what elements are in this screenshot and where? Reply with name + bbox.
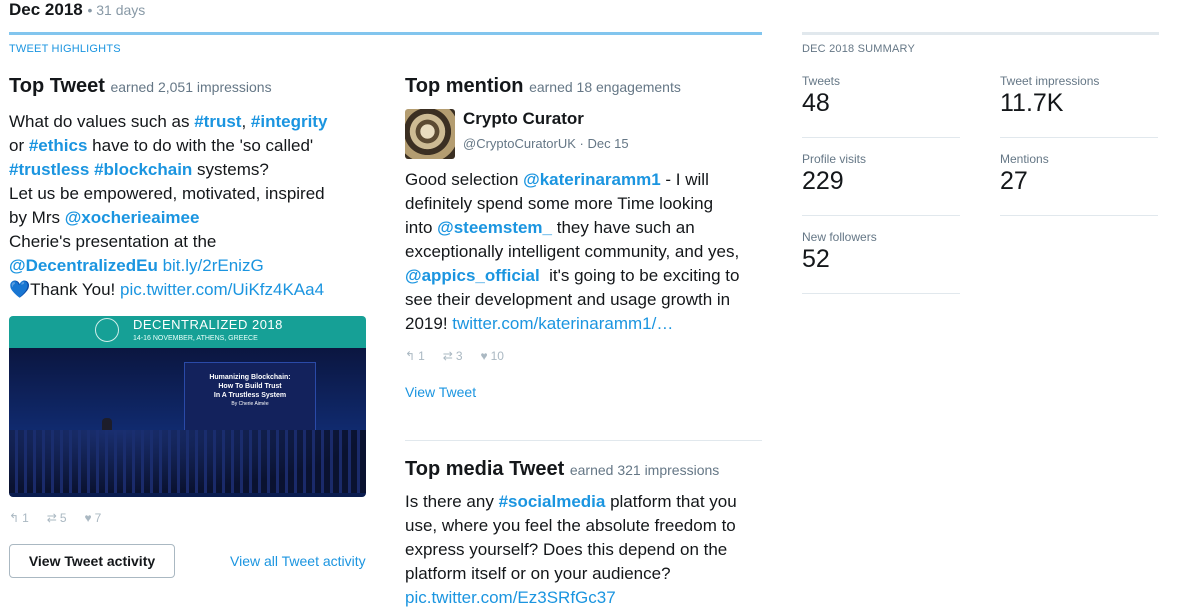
decentralized-logo-icon xyxy=(95,318,119,342)
author-handle: @CryptoCuratorUK · Dec 15 xyxy=(463,136,629,151)
stat-divider xyxy=(802,215,960,216)
mention-link[interactable]: @steemstem_ xyxy=(437,218,552,237)
mention-link[interactable]: @xocherieaimee xyxy=(65,208,200,227)
view-tweet-link[interactable]: View Tweet xyxy=(405,384,476,400)
heart-icon: ♥ xyxy=(84,511,92,525)
top-mention-earned: earned 18 engagements xyxy=(529,79,681,95)
retweet-action[interactable]: ⇄ 5 xyxy=(47,511,67,525)
top-mention-title: Top mention xyxy=(405,75,524,97)
section-divider xyxy=(405,440,762,441)
top-media-heading: Top media Tweet earned 321 impressions xyxy=(405,458,719,481)
top-tweet-earned: earned 2,051 impressions xyxy=(110,79,272,95)
heart-icon: ♥ xyxy=(480,349,488,363)
pic-link[interactable]: pic.twitter.com/Ez3SRfGc37 xyxy=(405,588,616,607)
top-tweet-text: What do values such as #trust, #integrit… xyxy=(9,112,328,299)
days-count: 31 days xyxy=(96,2,146,18)
stat-profile-visits: Profile visits 229 xyxy=(802,152,867,195)
hashtag-link[interactable]: #integrity xyxy=(251,112,328,131)
view-tweet-activity-button[interactable]: View Tweet activity xyxy=(9,544,175,578)
top-tweet-image[interactable]: DECENTRALIZED 2018 14-16 NOVEMBER, ATHEN… xyxy=(9,316,366,497)
hashtag-link[interactable]: #ethics xyxy=(29,136,88,155)
retweet-action[interactable]: ⇄ 3 xyxy=(443,349,463,363)
retweet-icon: ⇄ xyxy=(442,349,453,363)
author-name[interactable]: Crypto Curator xyxy=(463,109,584,129)
top-tweet-heading: Top Tweet earned 2,051 impressions xyxy=(9,75,272,98)
avatar[interactable] xyxy=(405,109,455,159)
reply-icon: ↰ xyxy=(405,349,416,363)
pic-link[interactable]: pic.twitter.com/UiKfz4KAa4 xyxy=(120,280,324,299)
view-all-tweet-activity-link[interactable]: View all Tweet activity xyxy=(230,553,366,569)
mention-link[interactable]: @katerinaramm1 xyxy=(523,170,661,189)
stat-divider xyxy=(1000,137,1158,138)
hashtag-link[interactable]: #socialmedia xyxy=(499,492,606,511)
top-media-earned: earned 321 impressions xyxy=(569,462,720,478)
highlights-divider xyxy=(9,32,762,35)
stat-divider xyxy=(802,137,960,138)
top-mention-actions: ↰ 1 ⇄ 3 ♥ 10 xyxy=(405,349,504,363)
summary-label: DEC 2018 SUMMARY xyxy=(802,43,916,55)
reply-action[interactable]: ↰ 1 xyxy=(9,511,29,525)
top-mention-heading: Top mention earned 18 engagements xyxy=(405,75,681,98)
audience xyxy=(9,430,366,493)
stat-impressions: Tweet impressions 11.7K xyxy=(1000,74,1100,117)
summary-divider xyxy=(802,32,1159,35)
blue-heart-emoji: 💙 xyxy=(9,280,31,299)
top-media-title: Top media Tweet xyxy=(405,458,565,480)
top-tweet-title: Top Tweet xyxy=(9,75,105,97)
month-header: Dec 2018 • 31 days xyxy=(9,0,146,19)
url-link[interactable]: twitter.com/katerinaramm1/… xyxy=(452,314,673,333)
like-action[interactable]: ♥ 10 xyxy=(481,349,504,363)
retweet-icon: ⇄ xyxy=(46,511,57,525)
like-action[interactable]: ♥ 7 xyxy=(85,511,102,525)
month-title: Dec 2018 xyxy=(9,0,83,19)
top-tweet-actions: ↰ 1 ⇄ 5 ♥ 7 xyxy=(9,511,101,525)
top-mention-text: Good selection @katerinaramm1 - I will d… xyxy=(405,170,740,333)
mention-link[interactable]: @appics_official xyxy=(405,266,540,285)
mention-link[interactable]: @DecentralizedEu xyxy=(9,256,158,275)
stat-divider xyxy=(802,293,960,294)
stat-divider xyxy=(1000,215,1158,216)
stat-mentions: Mentions 27 xyxy=(1000,152,1049,195)
top-media-text: Is there any #socialmedia platform that … xyxy=(405,492,737,607)
stat-new-followers: New followers 52 xyxy=(802,230,877,273)
reply-action[interactable]: ↰ 1 xyxy=(405,349,425,363)
hashtag-link[interactable]: #trustless xyxy=(9,160,89,179)
tweet-highlights-label: TWEET HIGHLIGHTS xyxy=(9,43,121,55)
stat-tweets: Tweets 48 xyxy=(802,74,841,117)
hashtag-link[interactable]: #blockchain xyxy=(94,160,192,179)
presentation-screen: Humanizing Blockchain: How To Build Trus… xyxy=(184,362,316,434)
hashtag-link[interactable]: #trust xyxy=(194,112,241,131)
image-banner: DECENTRALIZED 2018 14-16 NOVEMBER, ATHEN… xyxy=(9,316,366,348)
image-stage: Humanizing Blockchain: How To Build Trus… xyxy=(9,348,366,497)
url-link[interactable]: bit.ly/2rEnizG xyxy=(163,256,264,275)
reply-icon: ↰ xyxy=(9,511,20,525)
